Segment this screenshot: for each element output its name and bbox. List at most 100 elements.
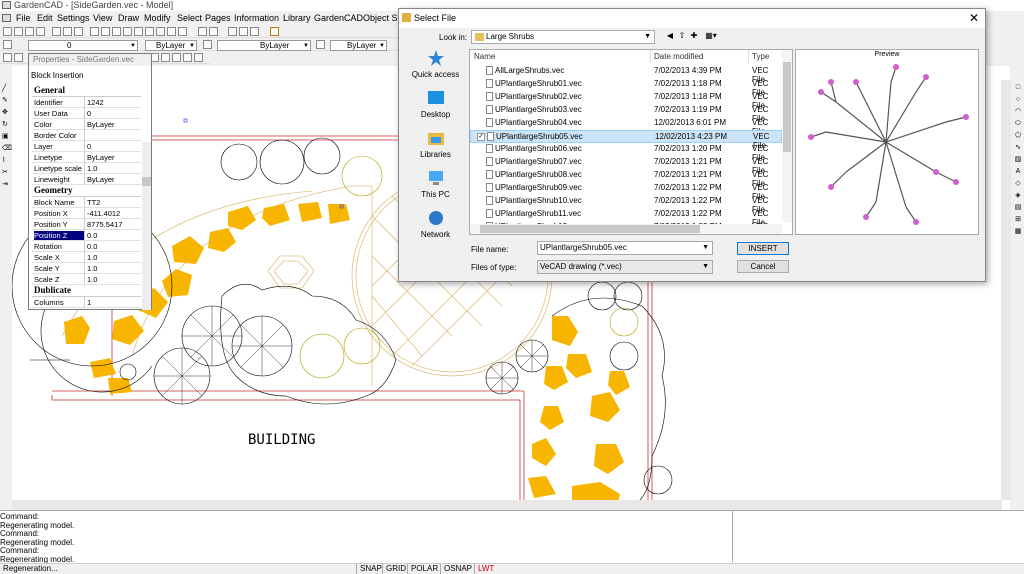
pencil-tool-icon[interactable]: ✎ [2,97,10,105]
cancel-button[interactable]: Cancel [737,260,789,273]
menu-library[interactable]: Library [283,13,311,23]
linetype-manager-icon[interactable] [203,40,212,49]
polygon-tool-icon[interactable]: ⬠ [1014,132,1022,140]
property-row[interactable]: Position X -411.4012 [32,208,141,219]
zoom-in-icon[interactable] [90,27,99,36]
property-value[interactable]: ByLayer [87,175,141,184]
layer-select[interactable]: 0 ▼ [28,40,138,51]
zoom-window-icon[interactable] [112,27,121,36]
menu-select[interactable]: Select [177,13,202,23]
property-row[interactable]: Border Color [32,130,141,141]
property-value[interactable]: 1242 [87,98,141,107]
file-type-select[interactable]: VeCAD drawing (*.vec) ▼ [537,260,713,274]
property-row[interactable]: Scale Z 1.0 [32,274,141,285]
lineweight-select[interactable]: ByLayer ▼ [330,40,387,51]
zoom-out-icon[interactable] [101,27,110,36]
property-row[interactable]: Rotation 0.0 [32,241,141,252]
text-tool-icon[interactable]: A [1014,168,1022,176]
copy-icon[interactable] [63,27,72,36]
property-value[interactable]: 0.0 [87,231,141,240]
property-value[interactable]: 1.0 [87,264,141,273]
zoom-extents-icon[interactable] [123,27,132,36]
property-row[interactable]: Position Z 0.0 [32,230,141,241]
open-file-icon[interactable] [14,27,23,36]
insert-tool-icon[interactable]: ⊞ [1014,216,1022,224]
canvas-horizontal-scrollbar[interactable] [12,500,1002,510]
snap-node-icon[interactable] [161,53,170,62]
property-row[interactable]: Linetype scale 1.0 [32,163,141,174]
file-row[interactable]: ✓ UPlantlargeShrub05.vec 12/02/2013 4:23 P… [470,130,782,150]
property-row[interactable]: Color ByLayer [32,119,141,130]
file-row[interactable]: UPlantlargeShrub04.vec 12/02/2013 6:01 PM… [470,117,782,136]
line-tool-icon[interactable]: ╱ [2,85,10,93]
snap-quadrant-icon[interactable] [172,53,181,62]
menu-modify[interactable]: Modify [144,13,171,23]
diamond-tool-icon[interactable]: ◇ [1014,180,1022,188]
list-icon[interactable] [250,27,259,36]
menu-pages[interactable]: Pages [205,13,231,23]
file-list-vertical-scrollbar[interactable] [782,50,792,222]
property-value[interactable]: ByLayer [87,120,141,129]
property-value[interactable]: 0.0 [87,242,141,251]
cut-icon[interactable] [52,27,61,36]
hatch-tool-icon[interactable]: ▨ [1014,156,1022,164]
new-file-icon[interactable] [3,27,12,36]
chevron-down-icon[interactable]: ▼ [702,242,709,254]
circle-tool-icon[interactable]: ○ [1014,96,1022,104]
insert-button[interactable]: INSERT [737,242,789,255]
file-row[interactable]: UPlantlargeShrub02.vec 7/02/2013 1:18 PM V… [470,91,782,110]
property-value[interactable]: 0 [87,142,141,151]
property-value[interactable]: 1.0 [87,253,141,262]
place-desktop[interactable]: Desktop [407,89,464,127]
property-value[interactable]: 8775.5417 [87,220,141,229]
file-row[interactable]: UPlantlargeShrub01.vec 7/02/2013 1:18 PM V… [470,78,782,97]
property-row[interactable]: Scale X 1.0 [32,252,141,263]
menu-information[interactable]: Information [234,13,279,23]
property-row[interactable]: Scale Y 1.0 [32,263,141,274]
rotate-tool-icon[interactable]: ↻ [2,121,10,129]
layer-manager-icon[interactable] [3,40,12,49]
property-row[interactable]: Lineweight ByLayer [32,174,141,185]
file-row[interactable]: UPlantlargeShrub07.vec 7/02/2013 1:21 PM V… [470,156,782,175]
redo-icon[interactable] [209,27,218,36]
file-list-horizontal-scrollbar[interactable] [470,224,782,234]
pan-icon[interactable] [134,27,143,36]
properties-title[interactable]: Properties - SideGarden.vec [29,54,151,66]
property-value[interactable]: 1.0 [87,275,141,284]
area-icon[interactable] [239,27,248,36]
place-network[interactable]: Network [407,209,464,247]
scroll-thumb[interactable] [480,225,700,233]
regen-icon[interactable] [156,27,165,36]
snap-midpoint-icon[interactable] [14,53,23,62]
snap-intersection-icon[interactable] [183,53,192,62]
grip-handle[interactable] [183,118,188,123]
image-tool-icon[interactable]: ▦ [1014,228,1022,236]
trim-tool-icon[interactable]: ✂ [2,169,10,177]
close-icon[interactable]: ✕ [969,11,979,25]
place-quick-access[interactable]: Quick access [407,49,464,87]
layers-icon[interactable] [167,27,176,36]
place-libraries[interactable]: Libraries [407,129,464,167]
column-header-date[interactable]: Date modified [654,52,703,61]
up-folder-icon[interactable]: ⇧ [677,31,687,41]
property-category[interactable]: General [32,85,141,97]
ellipse-tool-icon[interactable]: ⬭ [1014,120,1022,128]
property-row[interactable]: Position Y 8775.5417 [32,219,141,230]
scroll-thumb[interactable] [783,62,791,152]
menu-file[interactable]: File [16,13,31,23]
property-value[interactable]: ByLayer [87,153,141,162]
properties-scrollbar[interactable] [142,142,151,310]
snap-nearest-icon[interactable] [194,53,203,62]
column-header-type[interactable]: Type [752,52,769,61]
canvas-vertical-scrollbar[interactable] [1001,80,1011,500]
spline-tool-icon[interactable]: ∿ [1014,144,1022,152]
property-row[interactable]: Layer 0 [32,141,141,152]
menu-draw[interactable]: Draw [118,13,139,23]
menu-edit[interactable]: Edit [37,13,53,23]
erase-tool-icon[interactable]: ⌫ [2,145,12,153]
property-value[interactable]: TT2 [87,198,141,207]
undo-icon[interactable] [198,27,207,36]
property-value[interactable]: -411.4012 [87,209,141,218]
properties-icon[interactable] [178,27,187,36]
file-row[interactable]: UPlantlargeShrub08.vec 7/02/2013 1:21 PM V… [470,169,782,188]
